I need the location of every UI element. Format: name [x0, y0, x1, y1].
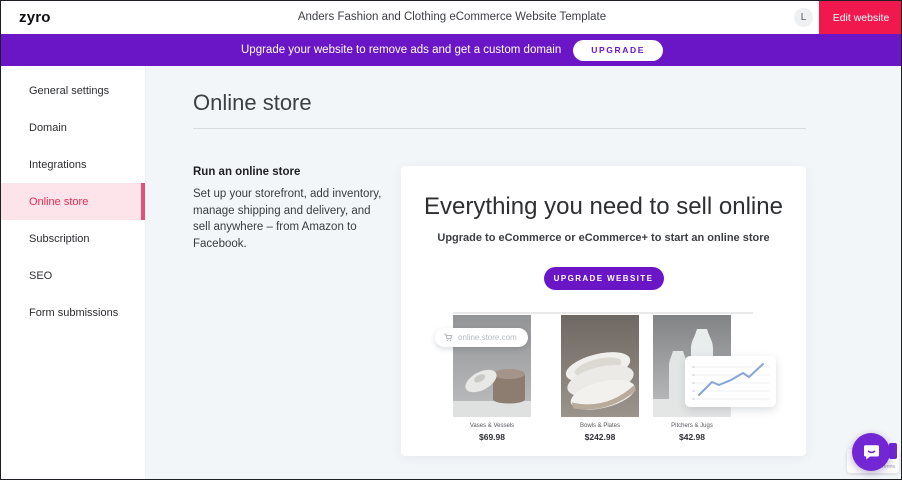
intro-body: Set up your storefront, add inventory, m…	[193, 186, 388, 253]
sparkline-polyline	[699, 364, 763, 395]
chat-widget-tab	[889, 443, 897, 459]
product-price: $42.98	[653, 432, 731, 442]
cart-icon	[444, 333, 453, 342]
settings-sidebar: General settings Domain Integrations Onl…	[1, 66, 146, 480]
site-template-title: Anders Fashion and Clothing eCommerce We…	[1, 11, 902, 23]
top-header: zyro Anders Fashion and Clothing eCommer…	[1, 1, 902, 34]
sidebar-item-domain[interactable]: Domain	[1, 109, 145, 146]
upgrade-website-button[interactable]: UPGRADE WEBSITE	[544, 267, 664, 290]
product-image-bowls	[561, 315, 639, 417]
chat-bubble-icon	[862, 443, 881, 461]
mockup-top-line	[453, 312, 753, 314]
upgrade-banner: Upgrade your website to remove ads and g…	[1, 34, 902, 66]
sidebar-item-subscription[interactable]: Subscription	[1, 220, 145, 257]
upgrade-banner-text: Upgrade your website to remove ads and g…	[241, 44, 561, 56]
store-url-pill: online.store.com	[435, 328, 528, 347]
upgrade-button[interactable]: UPGRADE	[573, 40, 663, 61]
app-window: zyro Anders Fashion and Clothing eCommer…	[0, 0, 902, 480]
sidebar-item-integrations[interactable]: Integrations	[1, 146, 145, 183]
sidebar-item-form-submissions[interactable]: Form submissions	[1, 294, 145, 331]
product-price: $242.98	[561, 432, 639, 442]
promo-subheading: Upgrade to eCommerce or eCommerce+ to st…	[401, 232, 806, 244]
edit-website-button[interactable]: Edit website	[819, 1, 902, 34]
product-name: Pitchers & Jugs	[653, 423, 731, 429]
store-url-text: online.store.com	[458, 333, 517, 342]
ecommerce-promo-card: Everything you need to sell online Upgra…	[401, 166, 806, 456]
title-divider	[193, 128, 806, 129]
user-avatar[interactable]: L	[794, 8, 813, 27]
sidebar-item-general-settings[interactable]: General settings	[1, 72, 145, 109]
page-title: Online store	[193, 90, 312, 116]
intro-heading: Run an online store	[193, 166, 388, 178]
promo-heading: Everything you need to sell online	[401, 193, 806, 221]
chat-launcher-button[interactable]	[852, 433, 890, 471]
sidebar-item-online-store[interactable]: Online store	[1, 183, 145, 220]
product-name: Bowls & Plates	[561, 423, 639, 429]
main-content: Online store Run an online store Set up …	[146, 66, 902, 480]
intro-section: Run an online store Set up your storefro…	[193, 166, 388, 253]
storefront-mockup: online.store.com	[453, 315, 753, 450]
product-card-bowls: Bowls & Plates $242.98	[561, 315, 639, 442]
sparkline-chart	[685, 356, 776, 407]
sidebar-item-seo[interactable]: SEO	[1, 257, 145, 294]
sparkline-svg	[685, 356, 776, 407]
product-price: $69.98	[453, 432, 531, 442]
product-name: Vases & Vessels	[453, 423, 531, 429]
